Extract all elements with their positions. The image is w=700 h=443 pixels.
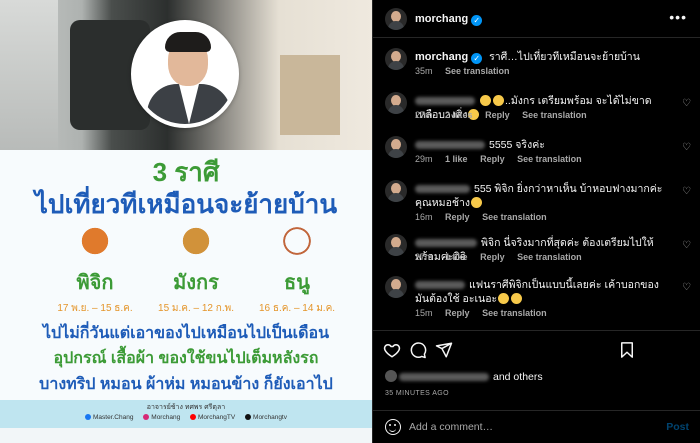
comment-time: 16m [415, 212, 433, 222]
blurred-username [415, 281, 465, 290]
reply-button[interactable]: Reply [480, 154, 505, 164]
post-side-panel: morchang ✓ ••• morchang ✓ ราศี…ไปเที่ยวทีเ… [372, 0, 700, 443]
likes-summary[interactable]: and others [385, 370, 543, 383]
comment-text: 5555 จริงค่ะ [489, 139, 545, 151]
graphic-footer: อาจารย์ช้าง ทศพร ศรีตุลา Master.Chang Mo… [0, 400, 372, 428]
tiktok-handle: Morchangtv [253, 414, 287, 421]
see-translation-link[interactable]: See translation [482, 212, 547, 222]
share-icon[interactable] [435, 341, 453, 359]
comments-list[interactable]: morchang ✓ ราศี…ไปเที่ยวทีเหมือนจะย้ายบ้า… [373, 38, 700, 328]
blurred-username [399, 373, 489, 382]
comment-likes[interactable]: 1 like [445, 252, 468, 262]
see-translation-link[interactable]: See translation [445, 66, 510, 76]
comment-likes[interactable]: 1 like [445, 154, 468, 164]
graphic-line-3: บางทริป หมอน ผ้าห่ม หมอนข้าง ก็ยังเอาไป [39, 376, 333, 393]
verified-badge-icon: ✓ [471, 15, 483, 26]
laughing-emoji-icon [480, 95, 491, 106]
blurred-username [415, 97, 475, 106]
post-image[interactable]: 3 ราศี ไปเที่ยวทีเหมือนจะย้ายบ้าน พิจิก … [0, 0, 372, 443]
caption-time: 35m [415, 66, 433, 76]
see-translation-link[interactable]: See translation [522, 110, 587, 120]
laughing-emoji-icon [471, 197, 483, 208]
add-comment-bar: Post [373, 410, 700, 443]
reply-button[interactable]: Reply [445, 308, 470, 318]
action-bar [373, 330, 700, 368]
zodiac-name: ธนู [284, 272, 310, 294]
comment-time: 29m [415, 154, 433, 164]
post-author[interactable]: morchang ✓ [415, 13, 483, 26]
instagram-handle: Morchang [151, 414, 181, 421]
footer-brand: อาจารย์ช้าง ทศพร ศรีตุลา [146, 404, 226, 411]
footer-socials: Master.Chang Morchang MorchangTV Morchan… [0, 414, 372, 421]
see-translation-link[interactable]: See translation [482, 308, 547, 318]
reply-button[interactable]: Reply [480, 252, 505, 262]
laughing-emoji-icon [493, 95, 504, 106]
more-icon[interactable]: ••• [669, 10, 687, 24]
zodiac-dates: 17 พ.ย. – 15 ธ.ค. [57, 303, 133, 314]
goat-icon [173, 218, 219, 264]
bow-arrow-icon [274, 218, 320, 264]
heart-icon[interactable] [383, 341, 401, 359]
laughing-emoji-icon [498, 293, 510, 304]
post-modal: 3 ราศี ไปเที่ยวทีเหมือนจะย้ายบ้าน พิจิก … [0, 0, 700, 443]
caption-username[interactable]: morchang [415, 51, 468, 63]
avatar[interactable] [385, 48, 407, 70]
see-translation-link[interactable]: See translation [517, 252, 582, 262]
likes-suffix[interactable]: and others [493, 371, 543, 383]
comment-heart-icon[interactable]: ♡ [682, 186, 691, 197]
post-header: morchang ✓ ••• [373, 0, 700, 38]
blurred-username [415, 185, 470, 194]
scorpion-icon [72, 218, 118, 264]
comment-time: 27m [415, 252, 433, 262]
bookmark-icon[interactable] [618, 341, 636, 359]
reply-button[interactable]: Reply [485, 110, 510, 120]
avatar[interactable] [385, 276, 407, 298]
zodiac-scorpio: พิจิก 17 พ.ย. – 15 ธ.ค. [40, 218, 150, 316]
zodiac-name: พิจิก [76, 272, 114, 294]
post-button[interactable]: Post [666, 421, 689, 433]
post-timestamp: 35 MINUTES AGO [385, 390, 449, 397]
avatar[interactable] [385, 8, 407, 30]
comment-heart-icon[interactable]: ♡ [682, 142, 691, 153]
astrologer-portrait [131, 20, 239, 128]
graphic-line-2: อุปกรณ์ เสื้อผ้า ของใช้ขนไปเต็มหลังรถ [53, 350, 319, 367]
comment-icon[interactable] [409, 341, 427, 359]
laughing-emoji-icon [511, 293, 523, 304]
caption-text: ราศี…ไปเที่ยวทีเหมือนจะย้ายบ้าน [489, 51, 640, 63]
facebook-handle: Master.Chang [93, 414, 134, 421]
verified-badge-icon: ✓ [471, 53, 483, 64]
comment-heart-icon[interactable]: ♡ [682, 98, 691, 109]
graphic-line-1: ไปไม่กี่วันแต่เอาของไปเหมือนไปเป็นเดือน [42, 325, 329, 342]
comment-time: 15m [415, 308, 433, 318]
reply-button[interactable]: Reply [445, 212, 470, 222]
comment-heart-icon[interactable]: ♡ [682, 282, 691, 293]
author-username[interactable]: morchang [415, 13, 468, 25]
comment-heart-icon[interactable]: ♡ [682, 240, 691, 251]
avatar[interactable] [385, 234, 407, 256]
blurred-username [415, 239, 477, 248]
youtube-handle: MorchangTV [198, 414, 236, 421]
avatar[interactable] [385, 180, 407, 202]
comment-time: 27m [415, 110, 433, 120]
zodiac-dates: 16 ธ.ค. – 14 ม.ค. [258, 303, 336, 314]
emoji-icon[interactable] [385, 419, 401, 435]
comment-input[interactable] [409, 417, 639, 437]
comment-likes[interactable]: 2 likes [445, 110, 473, 120]
blurred-username [415, 141, 485, 150]
zodiac-dates: 15 ม.ค. – 12 ก.พ. [158, 303, 234, 314]
zodiac-sagittarius: ธนู 16 ธ.ค. – 14 ม.ค. [242, 218, 352, 316]
zodiac-capricorn: มังกร 15 ม.ค. – 12 ก.พ. [141, 218, 251, 316]
zodiac-name: มังกร [173, 272, 219, 294]
avatar[interactable] [385, 92, 407, 114]
see-translation-link[interactable]: See translation [517, 154, 582, 164]
avatar[interactable] [385, 136, 407, 158]
avatar [385, 370, 397, 382]
